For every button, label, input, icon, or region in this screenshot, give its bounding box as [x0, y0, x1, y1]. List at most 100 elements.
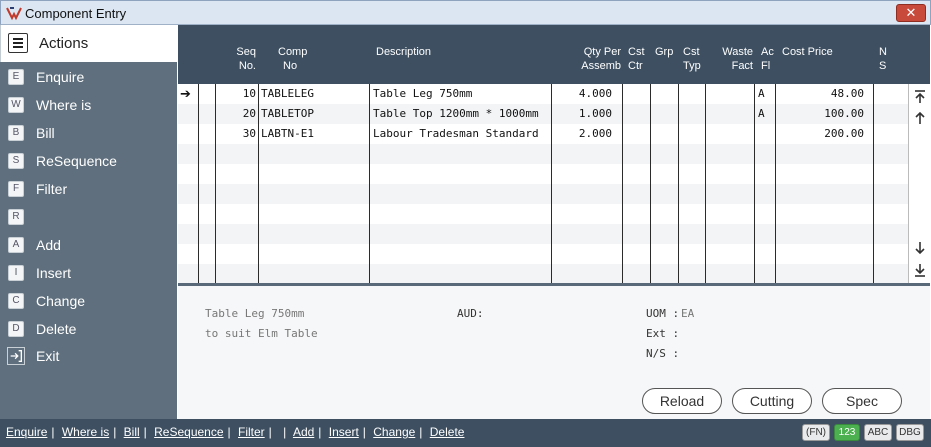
window-title: Component Entry — [25, 6, 127, 21]
sidebar-item-where-is[interactable]: W Where is — [0, 93, 177, 119]
col-header-ac-fl[interactable]: Ac Fl — [761, 45, 774, 73]
column-divider — [551, 84, 552, 284]
status-link-add[interactable]: Add — [293, 425, 314, 439]
sidebar-item-filter[interactable]: F Filter — [0, 177, 177, 203]
status-link-delete[interactable]: Delete — [430, 425, 465, 439]
shortcut-key-badge: R — [8, 209, 24, 225]
spec-button[interactable]: Spec — [822, 388, 902, 414]
col-header-cst-ctr[interactable]: Cst Ctr — [628, 45, 645, 73]
actions-header: Actions — [0, 25, 177, 62]
hamburger-menu-icon[interactable] — [8, 33, 28, 53]
num-lock-indicator: 123 — [834, 424, 860, 441]
cell-qty: 2.000 — [578, 127, 612, 140]
scroll-up-icon[interactable] — [912, 110, 928, 126]
cell-seq: 30 — [242, 127, 256, 140]
reload-button[interactable]: Reload — [642, 388, 722, 414]
shortcut-key-badge: E — [8, 69, 24, 85]
column-divider — [873, 84, 874, 284]
status-link-resequence[interactable]: ReSequence — [154, 425, 223, 439]
sidebar-item-label: ReSequence — [36, 153, 117, 169]
sidebar-item-label: Add — [36, 237, 61, 253]
detail-description-line1: Table Leg 750mm — [205, 307, 305, 320]
table-row-empty[interactable] — [178, 184, 908, 204]
col-header-qty-per-assemb[interactable]: Qty Per Assemb — [573, 45, 621, 73]
column-divider — [215, 84, 216, 284]
fn-indicator: (FN) — [802, 424, 830, 441]
status-link-bill[interactable]: Bill — [124, 425, 140, 439]
cutting-button[interactable]: Cutting — [732, 388, 812, 414]
col-header-cst-typ[interactable]: Cst Typ — [683, 45, 701, 73]
cell-seq: 10 — [242, 87, 256, 100]
status-link-where-is[interactable]: Where is — [62, 425, 109, 439]
debug-indicator: DBG — [896, 424, 924, 441]
col-header-grp[interactable]: Grp — [655, 45, 673, 59]
status-link-change[interactable]: Change — [373, 425, 415, 439]
scroll-to-bottom-icon[interactable] — [912, 262, 928, 278]
shortcut-key-badge: D — [8, 321, 24, 337]
table-row-empty[interactable] — [178, 204, 908, 224]
cell-comp-no: LABTN-E1 — [261, 127, 314, 140]
col-header-waste-fact[interactable]: Waste Fact — [719, 45, 753, 73]
current-row-arrow-icon: ➔ — [180, 86, 191, 101]
scroll-to-top-icon[interactable] — [912, 89, 928, 105]
actions-title: Actions — [39, 35, 89, 52]
column-divider — [678, 84, 679, 284]
status-link-insert[interactable]: Insert — [329, 425, 359, 439]
table-row-empty[interactable] — [178, 164, 908, 184]
sidebar-item-r[interactable]: R — [0, 205, 177, 231]
sidebar-item-change[interactable]: C Change — [0, 289, 177, 315]
sidebar-item-label: Delete — [36, 321, 77, 337]
close-button[interactable]: ✕ — [896, 4, 926, 22]
cell-description: Table Leg 750mm — [373, 87, 473, 100]
col-header-comp-no[interactable]: Comp No — [278, 45, 338, 73]
col-header-ns[interactable]: NS — [879, 45, 887, 73]
shortcut-key-badge: W — [8, 97, 24, 113]
table-row-empty[interactable] — [178, 144, 908, 164]
column-divider — [775, 84, 776, 284]
grid-scroll-controls — [908, 84, 930, 284]
sidebar-item-delete[interactable]: D Delete — [0, 317, 177, 343]
ext-label: Ext : — [646, 327, 680, 340]
cell-qty: 1.000 — [578, 107, 612, 120]
table-row-empty[interactable] — [178, 264, 908, 284]
uom-label: UOM : — [646, 307, 680, 320]
cell-description: Table Top 1200mm * 1000mm — [373, 107, 539, 120]
app-logo-icon — [6, 7, 22, 21]
shortcut-key-badge: F — [8, 181, 24, 197]
sidebar-item-label: Change — [36, 293, 86, 309]
actions-sidebar: Actions E Enquire W Where is B Bill S Re… — [0, 25, 177, 419]
sidebar-item-resequence[interactable]: S ReSequence — [0, 149, 177, 175]
table-row-empty[interactable] — [178, 244, 908, 264]
sidebar-item-label: Insert — [36, 265, 72, 281]
status-link-enquire[interactable]: Enquire — [6, 425, 47, 439]
scroll-down-icon[interactable] — [912, 240, 928, 256]
sidebar-item-insert[interactable]: I Insert — [0, 261, 177, 287]
col-header-cost-price[interactable]: Cost Price — [782, 45, 833, 59]
sidebar-item-add[interactable]: A Add — [0, 233, 177, 259]
cell-qty: 4.000 — [578, 87, 612, 100]
col-header-seq[interactable]: Seq No. — [236, 45, 256, 73]
status-bar: Enquire | Where is | Bill | ReSequence | Fil… — [0, 419, 931, 447]
cell-cost-price: 48.00 — [830, 87, 864, 100]
sidebar-item-bill[interactable]: B Bill — [0, 121, 177, 147]
caps-lock-indicator: ABC — [864, 424, 892, 441]
column-divider — [369, 84, 370, 284]
sidebar-item-exit[interactable]: Exit — [0, 344, 177, 370]
column-divider — [705, 84, 706, 284]
table-row-empty[interactable] — [178, 224, 908, 244]
col-header-description[interactable]: Description — [376, 45, 431, 59]
column-divider — [622, 84, 623, 284]
ns-label: N/S : — [646, 347, 680, 360]
detail-description-line2: to suit Elm Table — [205, 327, 318, 340]
sidebar-item-label: Exit — [36, 348, 60, 364]
cell-cost-price: 200.00 — [824, 127, 864, 140]
column-divider — [258, 84, 259, 284]
uom-value: EA — [681, 307, 695, 320]
column-divider — [650, 84, 651, 284]
shortcut-links: Enquire | Where is | Bill | ReSequence | Fil… — [6, 425, 465, 439]
status-link-filter[interactable]: Filter — [238, 425, 265, 439]
cell-cost-price: 100.00 — [824, 107, 864, 120]
sidebar-item-enquire[interactable]: E Enquire — [0, 65, 177, 91]
shortcut-key-badge: B — [8, 125, 24, 141]
shortcut-key-badge: A — [8, 237, 24, 253]
